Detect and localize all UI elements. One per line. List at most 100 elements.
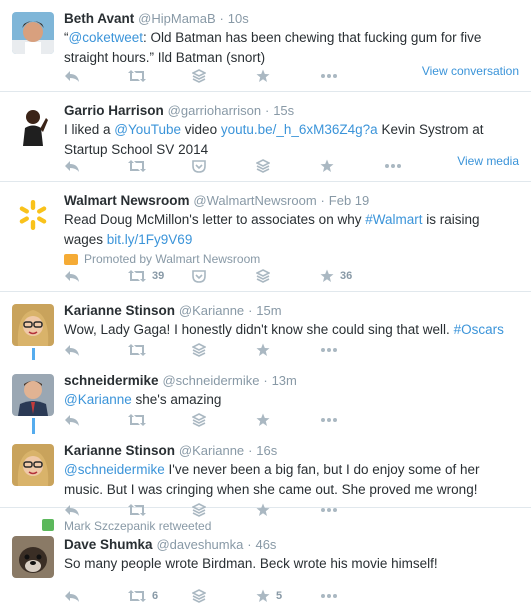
fullname[interactable]: schneidermike: [64, 373, 159, 388]
fullname[interactable]: Garrio Harrison: [64, 103, 164, 118]
timestamp[interactable]: 10s: [228, 11, 249, 26]
tweet-header: Walmart Newsroom @WalmartNewsroom · Feb …: [64, 192, 519, 209]
avatar[interactable]: [12, 444, 54, 486]
separator-dot: ·: [219, 11, 224, 26]
pocket-button[interactable]: [192, 159, 256, 173]
more-button[interactable]: [320, 593, 384, 599]
tweet[interactable]: Karianne Stinson @Karianne · 15m Wow, La…: [0, 292, 531, 362]
view-conversation-link[interactable]: View conversation: [422, 64, 519, 78]
text-part: I liked a: [64, 122, 115, 137]
retweet-icon: [128, 69, 146, 83]
reply-button[interactable]: [64, 159, 128, 173]
retweeted-by: Mark Szczepanik retweeted: [64, 519, 212, 533]
avatar-image: [12, 374, 54, 416]
url-link[interactable]: youtu.be/_h_6xM36Z4g?a: [221, 122, 378, 137]
more-icon: [320, 347, 338, 353]
separator-dot: ·: [248, 443, 253, 458]
retweet-context[interactable]: Mark Szczepanik retweeted: [42, 518, 519, 534]
hashtag-link[interactable]: #Oscars: [454, 322, 504, 337]
reply-icon: [64, 69, 80, 83]
avatar[interactable]: [12, 194, 54, 236]
pocket-icon: [192, 269, 206, 283]
tweet[interactable]: Karianne Stinson @Karianne · 16s @schnei…: [0, 432, 531, 517]
buffer-button[interactable]: [192, 69, 256, 83]
username[interactable]: @WalmartNewsroom: [193, 193, 316, 208]
mention-link[interactable]: @schneidermike: [64, 462, 165, 477]
fullname[interactable]: Dave Shumka: [64, 537, 153, 552]
mention-link[interactable]: @YouTube: [114, 122, 181, 137]
avatar[interactable]: [12, 104, 54, 146]
hashtag-link[interactable]: #Walmart: [365, 212, 422, 227]
favorite-button[interactable]: [256, 69, 320, 83]
retweet-count: 39: [152, 270, 165, 282]
more-icon: [320, 417, 338, 423]
username[interactable]: @Karianne: [179, 303, 244, 318]
username[interactable]: @schneidermike: [162, 373, 259, 388]
username[interactable]: @Karianne: [179, 443, 244, 458]
buffer-button[interactable]: [192, 343, 256, 357]
more-icon: [384, 163, 402, 169]
favorite-count: 36: [340, 270, 353, 282]
avatar[interactable]: [12, 536, 54, 578]
avatar-image: [12, 104, 54, 146]
retweet-button[interactable]: [128, 343, 192, 357]
tweet-actions: [64, 148, 448, 182]
timestamp[interactable]: Feb 19: [329, 193, 369, 208]
favorite-button[interactable]: [256, 413, 320, 427]
buffer-button[interactable]: [256, 159, 320, 173]
retweet-button[interactable]: [128, 69, 192, 83]
tweet[interactable]: Walmart Newsroom @WalmartNewsroom · Feb …: [0, 182, 531, 292]
walmart-spark-logo: [12, 194, 54, 236]
view-media-link[interactable]: View media: [457, 154, 519, 168]
timestamp[interactable]: 13m: [272, 373, 297, 388]
username[interactable]: @HipMamaB: [138, 11, 216, 26]
more-icon: [320, 73, 338, 79]
fullname[interactable]: Beth Avant: [64, 11, 134, 26]
timeline: Beth Avant @HipMamaB · 10s “@coketweet: …: [0, 0, 531, 608]
fullname[interactable]: Walmart Newsroom: [64, 193, 190, 208]
username[interactable]: @daveshumka: [156, 537, 243, 552]
timestamp[interactable]: 16s: [256, 443, 277, 458]
more-button[interactable]: [320, 73, 384, 79]
tweet-header: Beth Avant @HipMamaB · 10s: [64, 10, 519, 27]
more-button[interactable]: [320, 347, 384, 353]
timestamp[interactable]: 46s: [255, 537, 276, 552]
favorite-icon: [256, 413, 270, 427]
favorite-button[interactable]: 36: [320, 269, 384, 283]
favorite-button[interactable]: [256, 343, 320, 357]
conversation: Karianne Stinson @Karianne · 15m Wow, La…: [0, 292, 531, 517]
retweet-button[interactable]: [128, 413, 192, 427]
tweet[interactable]: schneidermike @schneidermike · 13m @Kari…: [0, 362, 531, 432]
retweet-button[interactable]: [128, 159, 192, 173]
favorite-icon: [320, 159, 334, 173]
tweet-header: schneidermike @schneidermike · 13m: [64, 372, 519, 389]
fullname[interactable]: Karianne Stinson: [64, 443, 175, 458]
avatar[interactable]: [12, 374, 54, 416]
avatar-image: [12, 12, 54, 54]
buffer-button[interactable]: [256, 269, 320, 283]
reply-button[interactable]: [64, 269, 128, 283]
reply-button[interactable]: [64, 343, 128, 357]
fullname[interactable]: Karianne Stinson: [64, 303, 175, 318]
tweet[interactable]: Beth Avant @HipMamaB · 10s “@coketweet: …: [0, 0, 531, 92]
separator-dot: ·: [264, 103, 270, 118]
reply-button[interactable]: [64, 413, 128, 427]
timestamp[interactable]: 15m: [256, 303, 281, 318]
reply-button[interactable]: [64, 69, 128, 83]
tweet[interactable]: Garrio Harrison @garrioharrison · 15s I …: [0, 92, 531, 182]
avatar[interactable]: [12, 12, 54, 54]
url-link[interactable]: bit.ly/1Fy9V69: [107, 232, 193, 247]
mention-link[interactable]: @coketweet: [69, 30, 144, 45]
username[interactable]: @garrioharrison: [168, 103, 261, 118]
timestamp[interactable]: 15s: [273, 103, 294, 118]
retweet-button[interactable]: 39: [128, 269, 192, 283]
retweet-icon: [128, 343, 146, 357]
avatar[interactable]: [12, 304, 54, 346]
avatar-image: [12, 536, 54, 578]
more-button[interactable]: [384, 163, 448, 169]
tweet[interactable]: Mark Szczepanik retweeted Dave Shumka @d…: [0, 508, 531, 608]
favorite-button[interactable]: [320, 159, 384, 173]
more-button[interactable]: [320, 417, 384, 423]
pocket-button[interactable]: [192, 269, 256, 283]
buffer-button[interactable]: [192, 413, 256, 427]
